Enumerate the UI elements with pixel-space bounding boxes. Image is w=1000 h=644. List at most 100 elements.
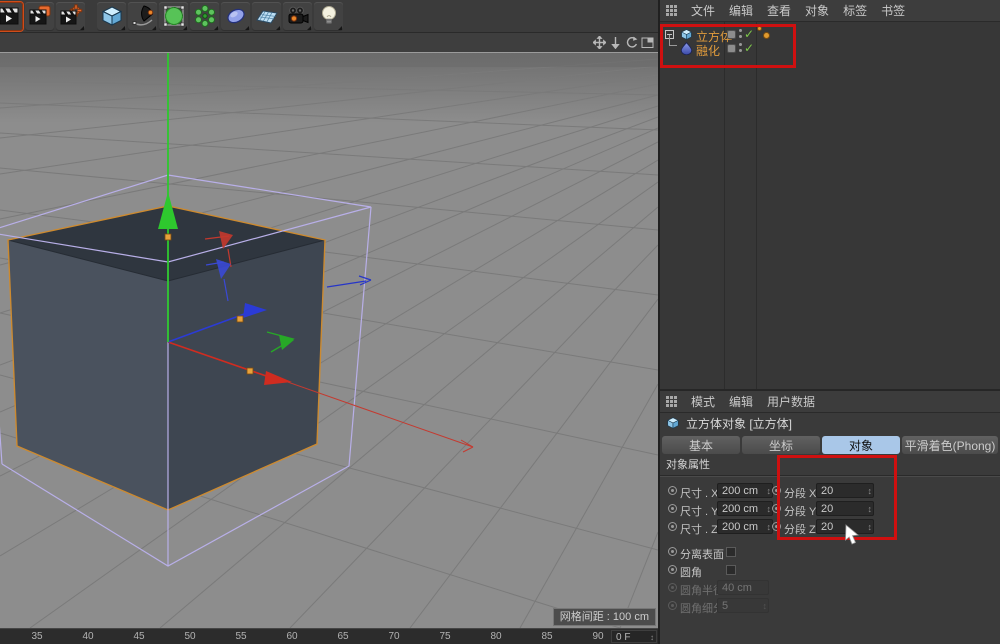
rotate-view-icon[interactable]	[624, 36, 638, 50]
am-menu-edit[interactable]: 编辑	[729, 393, 753, 410]
size-y-label: 尺寸 . Y	[680, 503, 719, 519]
panel-grid-icon[interactable]	[666, 5, 677, 16]
tree-row-cube[interactable]: 立方体 ✓	[660, 27, 1000, 42]
attribute-manager-menu: 模式 编辑 用户数据	[660, 391, 1000, 413]
segments-z-label: 分段 Z	[784, 521, 816, 537]
render-picture-viewer-icon	[28, 4, 52, 28]
om-menu-view[interactable]: 查看	[767, 2, 791, 19]
frame-stepper-icon[interactable]: ↕	[650, 631, 654, 644]
animation-dot-icon[interactable]	[668, 504, 677, 513]
segments-y-label: 分段 Y	[784, 503, 816, 519]
om-menu-objects[interactable]: 对象	[805, 2, 829, 19]
light-icon	[317, 4, 341, 28]
fillet-radius-input: 40 cm	[717, 580, 769, 595]
render-picture-viewer-button[interactable]	[25, 2, 54, 31]
am-menu-mode[interactable]: 模式	[691, 393, 715, 410]
grid-spacing-label: 网格间距 : 100 cm	[553, 608, 656, 626]
floor-environment-button[interactable]	[252, 2, 281, 31]
object-manager-menu: 文件 编辑 查看 对象 标签 书签	[660, 0, 1000, 22]
light-button[interactable]	[314, 2, 343, 31]
fillet-row: 圆角	[660, 561, 1000, 579]
om-column-divider	[724, 22, 725, 389]
stepper-icon[interactable]: ↕	[868, 520, 873, 534]
om-menu-file[interactable]: 文件	[691, 2, 715, 19]
animation-dot-icon[interactable]	[772, 486, 781, 495]
dropdown-indicator	[152, 26, 156, 30]
fillet-subdivision-row: 圆角细分 5 ↕	[660, 597, 1000, 615]
layer-toggle[interactable]	[727, 30, 736, 39]
animation-dot-icon[interactable]	[668, 565, 677, 574]
stepper-icon[interactable]: ↕	[868, 502, 873, 516]
stepper-icon[interactable]: ↕	[767, 502, 772, 516]
segments-y-value: 20	[821, 503, 833, 515]
attribute-tabs: 基本 坐标 对象 平滑着色(Phong)	[660, 433, 1000, 457]
dropdown-indicator	[338, 26, 342, 30]
stepper-icon[interactable]: ↕	[767, 484, 772, 498]
size-y-input[interactable]: 200 cm ↕	[717, 501, 773, 516]
size-x-input[interactable]: 200 cm ↕	[717, 483, 773, 498]
tree-row-melt[interactable]: 融化 ✓	[660, 41, 1000, 56]
camera-button[interactable]	[283, 2, 312, 31]
fillet-checkbox[interactable]	[726, 565, 736, 575]
separate-surfaces-checkbox[interactable]	[726, 547, 736, 557]
size-x-row: 尺寸 . X 200 cm ↕ 分段 X 20 ↕	[660, 482, 1000, 500]
cube-icon	[100, 4, 124, 28]
toggle-view-icon[interactable]	[640, 36, 654, 50]
layer-toggle[interactable]	[727, 44, 736, 53]
tab-phong[interactable]: 平滑着色(Phong)	[902, 436, 998, 454]
animation-dot-icon[interactable]	[668, 522, 677, 531]
am-menu-userdata[interactable]: 用户数据	[767, 393, 815, 410]
animation-dot-icon[interactable]	[772, 504, 781, 513]
enable-checkmark-icon[interactable]: ✓	[744, 41, 754, 55]
main-toolbar	[0, 0, 658, 33]
panel-grid-icon[interactable]	[666, 396, 677, 407]
size-z-value: 200 cm	[722, 521, 758, 533]
cube-primitive-button[interactable]	[97, 2, 126, 31]
stepper-icon[interactable]: ↕	[868, 484, 873, 498]
viewport-header	[0, 33, 658, 53]
pan-view-icon[interactable]	[592, 36, 606, 50]
timeline-tick: 80	[490, 631, 501, 642]
dolly-view-icon[interactable]	[608, 36, 622, 50]
subdivision-surface-button[interactable]	[159, 2, 188, 31]
tag-dot-icon[interactable]	[757, 26, 762, 31]
animation-dot-icon	[668, 601, 677, 610]
deformer-button[interactable]	[221, 2, 250, 31]
render-view-button[interactable]	[0, 2, 23, 31]
timeline-tick: 90	[592, 631, 603, 642]
viewport-3d[interactable]: 网格间距 : 100 cm	[0, 53, 658, 628]
tab-coord[interactable]: 坐标	[742, 436, 820, 454]
animation-dot-icon[interactable]	[668, 547, 677, 556]
size-z-input[interactable]: 200 cm ↕	[717, 519, 773, 534]
visibility-dots[interactable]	[739, 43, 742, 55]
subdivision-surface-icon	[162, 4, 186, 28]
current-frame-field[interactable]: 0 F ↕	[611, 630, 657, 643]
spline-pen-button[interactable]	[128, 2, 157, 31]
segments-y-input[interactable]: 20 ↕	[816, 501, 874, 516]
tab-object[interactable]: 对象	[822, 436, 900, 454]
timeline-ruler[interactable]: 35 40 45 50 55 60 65 70 75 80 85 90 0 F …	[0, 628, 658, 644]
stepper-icon[interactable]: ↕	[767, 520, 772, 534]
timeline-tick: 75	[439, 631, 450, 642]
mouse-cursor-icon	[843, 524, 863, 546]
timeline-tick: 70	[388, 631, 399, 642]
size-y-row: 尺寸 . Y 200 cm ↕ 分段 Y 20 ↕	[660, 500, 1000, 518]
attribute-title-bar: 立方体对象 [立方体]	[660, 413, 1000, 433]
tab-basic[interactable]: 基本	[662, 436, 740, 454]
segments-z-value: 20	[821, 521, 833, 533]
object-name-melt[interactable]: 融化	[696, 42, 720, 59]
animation-dot-icon[interactable]	[668, 486, 677, 495]
om-menu-tags[interactable]: 标签	[843, 2, 867, 19]
render-settings-button[interactable]	[56, 2, 85, 31]
timeline-tick: 65	[337, 631, 348, 642]
om-menu-edit[interactable]: 编辑	[729, 2, 753, 19]
dropdown-indicator	[121, 26, 125, 30]
array-modeling-button[interactable]	[190, 2, 219, 31]
segments-x-input[interactable]: 20 ↕	[816, 483, 874, 498]
tag-dot-icon[interactable]	[763, 32, 770, 39]
visibility-dots[interactable]	[739, 29, 742, 41]
om-menu-bookmarks[interactable]: 书签	[881, 2, 905, 19]
attribute-title: 立方体对象 [立方体]	[686, 415, 792, 432]
enable-checkmark-icon[interactable]: ✓	[744, 27, 754, 41]
animation-dot-icon[interactable]	[772, 522, 781, 531]
